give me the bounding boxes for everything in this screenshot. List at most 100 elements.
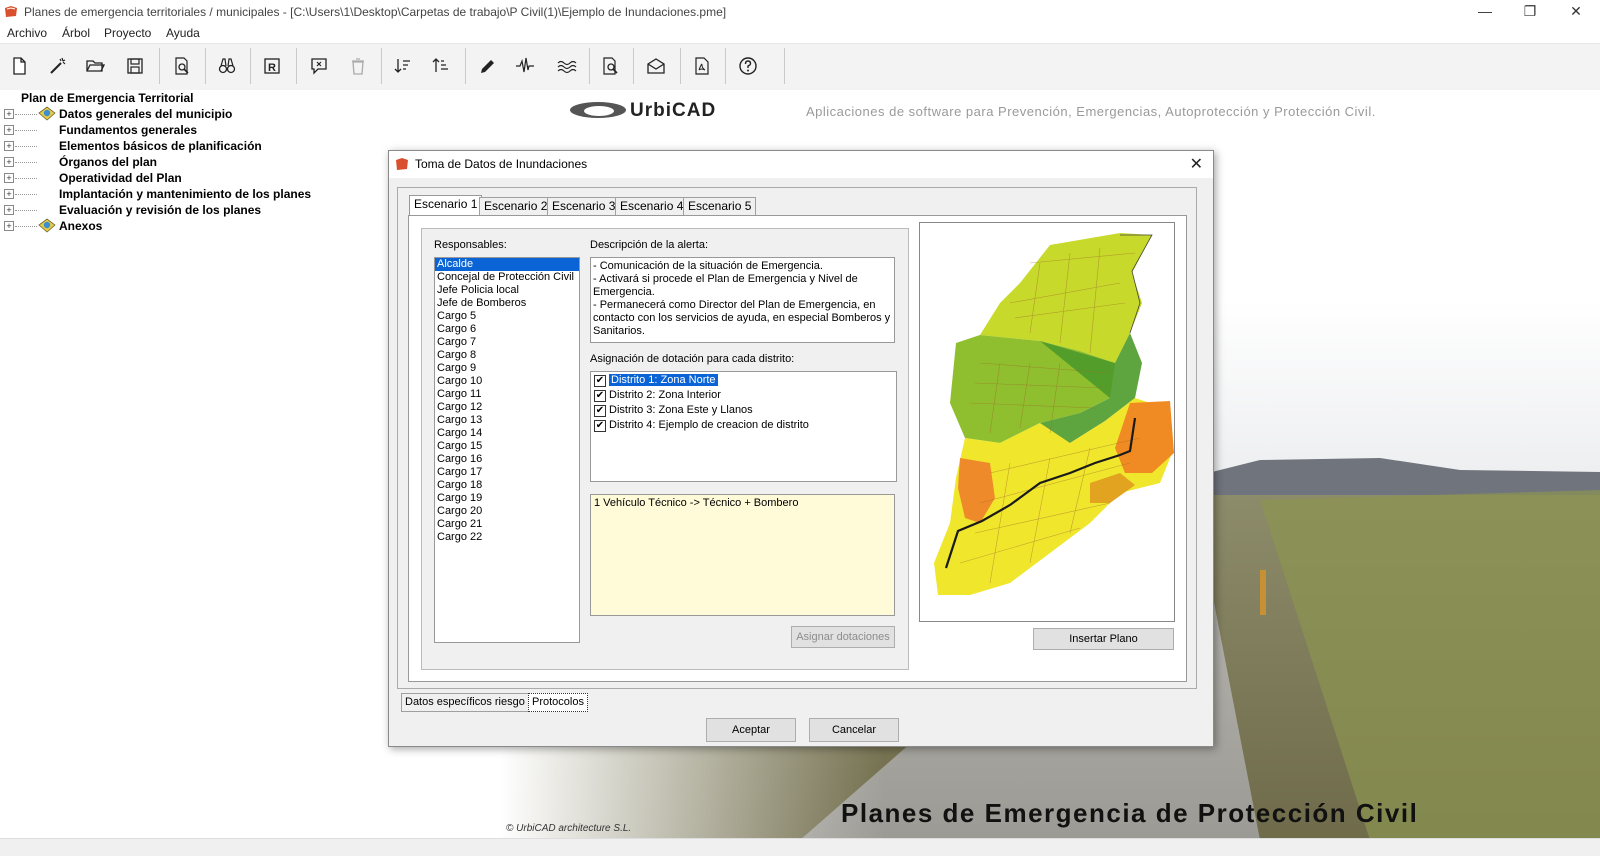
aceptar-button[interactable]: Aceptar (706, 718, 796, 742)
menu-proyecto[interactable]: Proyecto (104, 26, 151, 40)
expand-icon[interactable]: + (4, 189, 14, 199)
list-item[interactable]: Cargo 14 (435, 427, 579, 440)
list-item[interactable]: Jefe de Bomberos (435, 297, 579, 310)
cancelar-button[interactable]: Cancelar (809, 718, 899, 742)
expand-icon[interactable]: + (4, 109, 14, 119)
expand-icon[interactable]: + (4, 221, 14, 231)
distrito-label: Distrito 2: Zona Interior (609, 389, 721, 401)
open-folder-icon[interactable] (82, 53, 108, 79)
tree-connector (15, 210, 37, 211)
tab-datos-especificos[interactable]: Datos específicos riesgo (401, 693, 529, 712)
tab-page: Responsables: Alcalde Concejal de Protec… (408, 215, 1187, 682)
expand-icon[interactable]: + (4, 141, 14, 151)
seismic-icon[interactable] (512, 53, 538, 79)
dialog-close-button[interactable]: ✕ (1190, 154, 1203, 174)
list-item[interactable]: Concejal de Protección Civil (435, 271, 579, 284)
responsables-list[interactable]: Alcalde Concejal de Protección Civil Jef… (434, 257, 580, 643)
list-item[interactable]: Cargo 21 (435, 518, 579, 531)
list-item[interactable]: Alcalde (435, 258, 579, 271)
asignar-dotaciones-button[interactable]: Asignar dotaciones (791, 626, 895, 648)
list-item[interactable]: Cargo 19 (435, 492, 579, 505)
sort-ascending-icon[interactable] (428, 53, 454, 79)
wand-icon[interactable] (45, 53, 71, 79)
list-item[interactable]: Cargo 13 (435, 414, 579, 427)
tree-root[interactable]: Plan de Emergencia Territorial (21, 91, 194, 105)
menu-arbol[interactable]: Árbol (62, 26, 90, 40)
window-title: Planes de emergencia territoriales / mun… (24, 5, 727, 19)
print-preview-icon[interactable] (169, 53, 195, 79)
distrito-row[interactable]: ✔ Distrito 3: Zona Este y Llanos (591, 403, 896, 418)
close-window-button[interactable]: ✕ (1553, 0, 1599, 24)
tab-escenario-5[interactable]: Escenario 5 (683, 197, 757, 215)
expand-icon[interactable]: + (4, 205, 14, 215)
list-item[interactable]: Cargo 8 (435, 349, 579, 362)
list-item[interactable]: Cargo 15 (435, 440, 579, 453)
menu-bar: Archivo Árbol Proyecto Ayuda (0, 24, 1600, 44)
tab-escenario-4[interactable]: Escenario 4 (615, 197, 689, 215)
descripcion-label: Descripción de la alerta: (590, 239, 709, 251)
map-node-icon (38, 218, 56, 233)
list-item[interactable]: Cargo 6 (435, 323, 579, 336)
list-item[interactable]: Cargo 18 (435, 479, 579, 492)
sort-descending-icon[interactable] (390, 53, 416, 79)
dialog-titlebar: Toma de Datos de Inundaciones ✕ (389, 151, 1213, 178)
tab-escenario-1[interactable]: Escenario 1 (409, 195, 483, 216)
distrito-label: Distrito 3: Zona Este y Llanos (609, 404, 753, 416)
menu-ayuda[interactable]: Ayuda (166, 26, 200, 40)
list-item[interactable]: Cargo 12 (435, 401, 579, 414)
tab-protocolos[interactable]: Protocolos (528, 693, 588, 712)
checkbox[interactable]: ✔ (594, 405, 606, 417)
document-search-icon[interactable] (597, 53, 623, 79)
dialog-app-icon (396, 158, 408, 170)
list-item[interactable]: Cargo 20 (435, 505, 579, 518)
expand-icon[interactable]: + (4, 173, 14, 183)
map-preview (919, 222, 1175, 622)
distritos-checklist[interactable]: ✔ Distrito 1: Zona Norte ✔ Distrito 2: Z… (590, 371, 897, 482)
tree-item-datos-generales[interactable]: + Datos generales del municipio (4, 106, 484, 122)
list-item[interactable]: Cargo 9 (435, 362, 579, 375)
pencil-icon[interactable] (475, 53, 501, 79)
comment-icon[interactable] (306, 53, 332, 79)
tree-item-label: Fundamentos generales (59, 123, 198, 137)
menu-archivo[interactable]: Archivo (7, 26, 47, 40)
help-icon[interactable] (735, 53, 761, 79)
tree-connector (15, 194, 37, 195)
list-item[interactable]: Cargo 16 (435, 453, 579, 466)
minimize-button[interactable]: — (1462, 0, 1508, 24)
restore-button[interactable]: ❐ (1507, 0, 1553, 24)
list-item[interactable]: Cargo 22 (435, 531, 579, 544)
list-item[interactable]: Cargo 11 (435, 388, 579, 401)
list-item[interactable]: Jefe Policia local (435, 284, 579, 297)
checkbox[interactable]: ✔ (594, 390, 606, 402)
distrito-row[interactable]: ✔ Distrito 4: Ejemplo de creacion de dis… (591, 418, 896, 433)
flood-map-image (920, 223, 1174, 621)
flood-icon[interactable] (554, 53, 580, 79)
toolbar-separator (589, 48, 590, 84)
tab-escenario-3[interactable]: Escenario 3 (547, 197, 621, 215)
binoculars-icon[interactable] (214, 53, 240, 79)
checkbox[interactable]: ✔ (594, 420, 606, 432)
checkbox[interactable]: ✔ (594, 375, 606, 387)
tab-escenario-2[interactable]: Escenario 2 (479, 197, 553, 215)
descripcion-textarea[interactable]: - Comunicación de la situación de Emerge… (590, 257, 895, 343)
toolbar-separator (205, 48, 206, 84)
pdf-icon[interactable] (689, 53, 715, 79)
expand-icon[interactable]: + (4, 125, 14, 135)
responsables-label: Responsables: (434, 239, 507, 251)
dotacion-textarea[interactable]: 1 Vehículo Técnico -> Técnico + Bombero (590, 494, 895, 616)
list-item[interactable]: Cargo 5 (435, 310, 579, 323)
mail-icon[interactable] (643, 53, 669, 79)
expand-icon[interactable]: + (4, 157, 14, 167)
list-item[interactable]: Cargo 10 (435, 375, 579, 388)
toolbar-separator (250, 48, 251, 84)
new-icon[interactable] (6, 53, 32, 79)
distrito-row[interactable]: ✔ Distrito 2: Zona Interior (591, 388, 896, 403)
list-item[interactable]: Cargo 7 (435, 336, 579, 349)
distrito-row[interactable]: ✔ Distrito 1: Zona Norte (591, 373, 896, 388)
report-icon[interactable]: R (259, 53, 285, 79)
list-item[interactable]: Cargo 17 (435, 466, 579, 479)
trash-icon[interactable] (345, 53, 371, 79)
save-icon[interactable] (122, 53, 148, 79)
tree-item-fundamentos[interactable]: + Fundamentos generales (4, 122, 484, 138)
insertar-plano-button[interactable]: Insertar Plano (1033, 628, 1174, 650)
